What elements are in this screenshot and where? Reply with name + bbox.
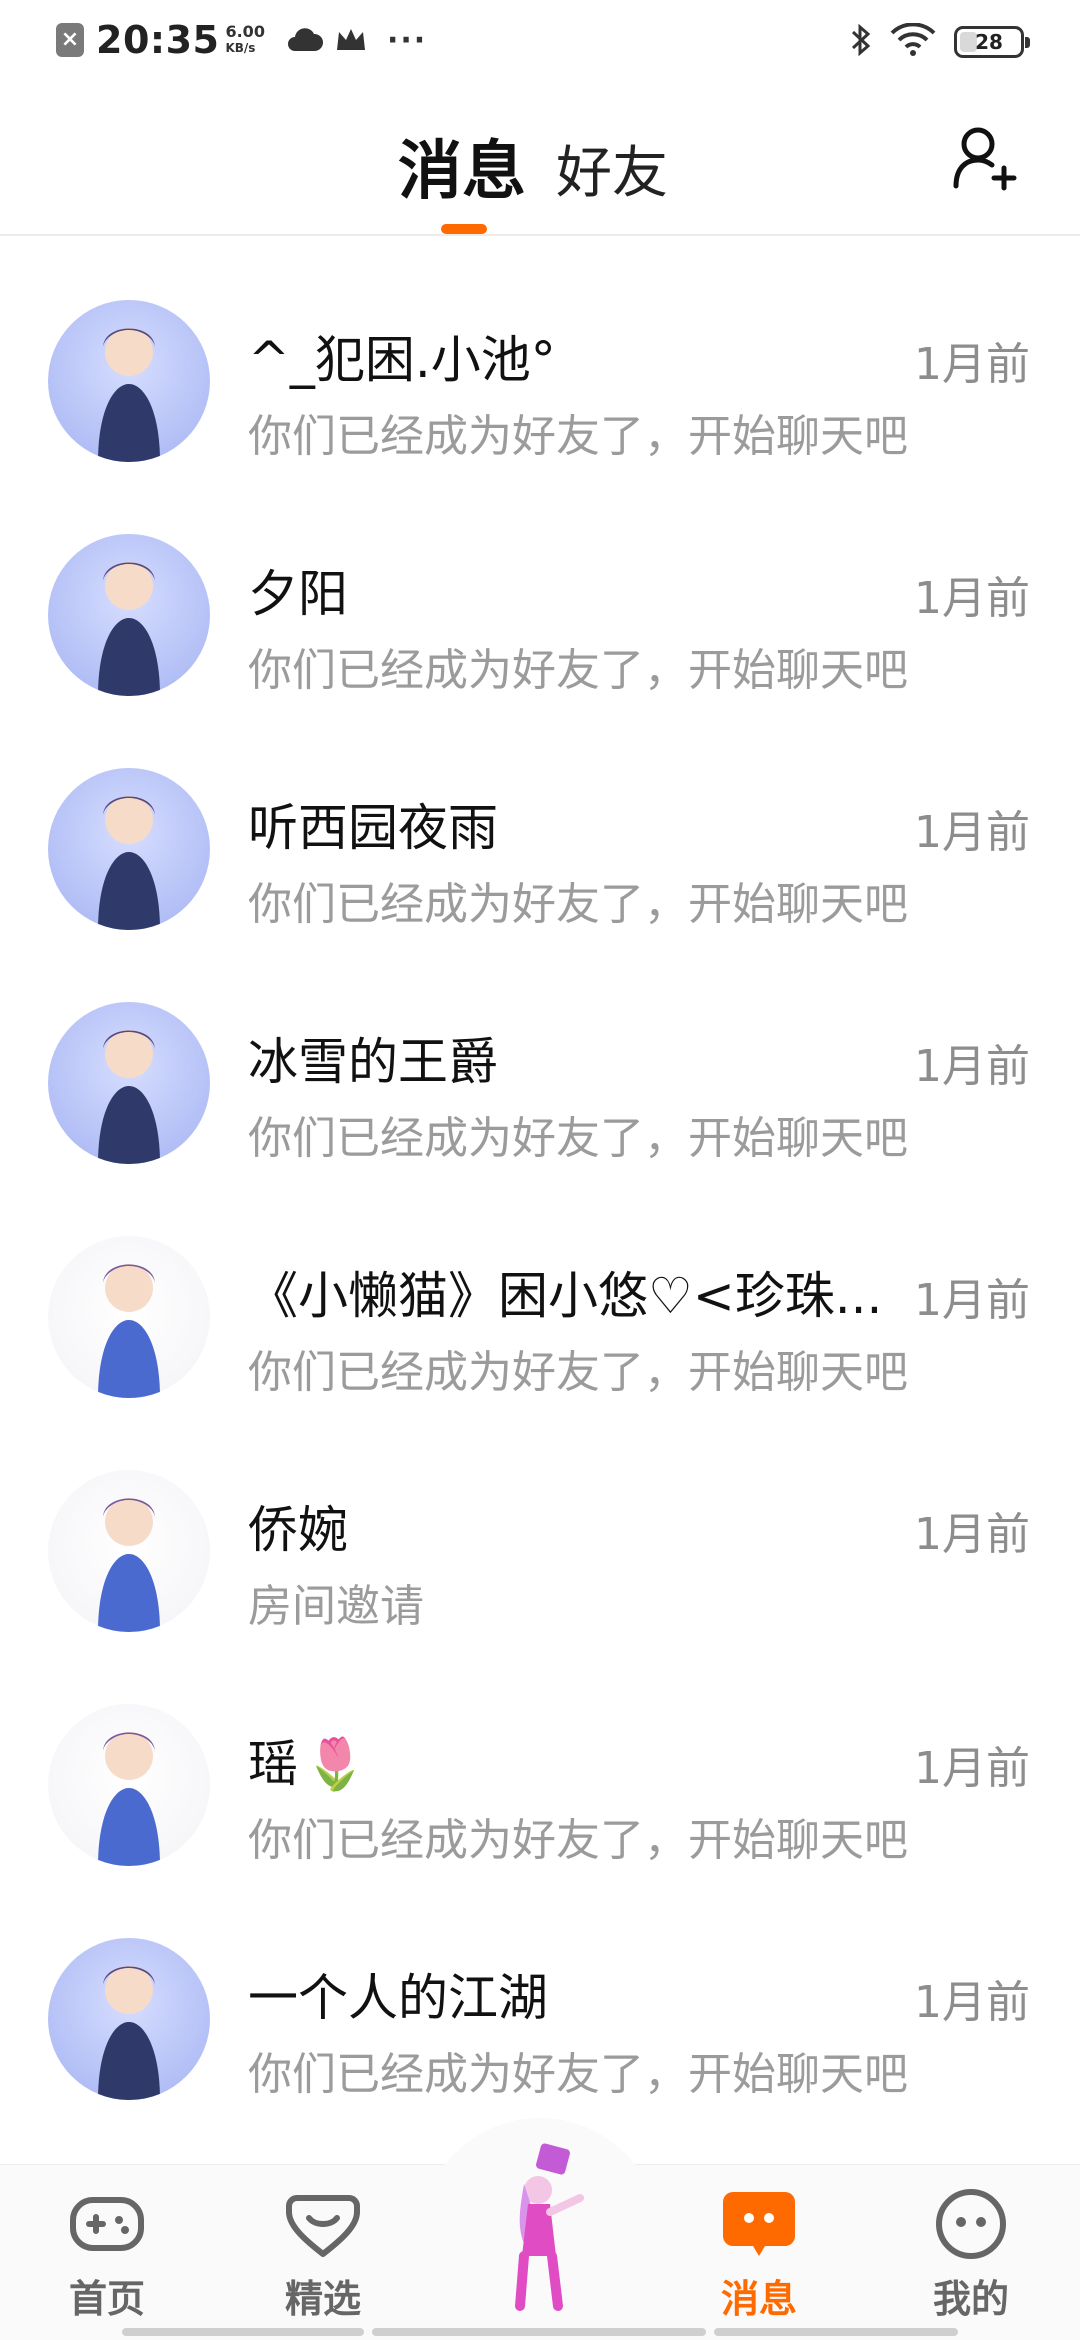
tulip-emoji-icon: 🌷 [304, 1735, 367, 1793]
face-icon [936, 2189, 1006, 2259]
active-tab-indicator [441, 224, 487, 234]
chat-timestamp: 1月前 [914, 573, 1030, 624]
chat-timestamp: 1月前 [914, 1041, 1030, 1092]
avatar-girl-icon [98, 328, 160, 462]
header-divider [0, 234, 1080, 236]
nav-center-character-button[interactable] [480, 2138, 600, 2318]
nav-item-messages[interactable]: 消息 [694, 2184, 824, 2324]
gesture-bar-left [122, 2328, 364, 2336]
chat-name: 听西园夜雨 [248, 788, 898, 860]
chat-last-message: 你们已经成为好友了，开始聊天吧 [248, 1815, 908, 1866]
gesture-bar-center [372, 2328, 706, 2336]
character-avatar-icon [515, 2143, 584, 2311]
wifi-icon [890, 22, 936, 61]
gamepad-icon [70, 2197, 144, 2251]
chat-timestamp: 1月前 [914, 1977, 1030, 2028]
gesture-bar-right [714, 2328, 958, 2336]
chat-last-message: 你们已经成为好友了，开始聊天吧 [248, 879, 908, 930]
avatar[interactable] [48, 1236, 210, 1398]
chat-list-item[interactable]: 夕阳你们已经成为好友了，开始聊天吧 1月前 [0, 500, 1080, 734]
nav-item-home[interactable]: 首页 [42, 2184, 172, 2324]
nav-label-profile: 我的 [932, 2277, 1009, 2321]
nav-label-featured: 精选 [284, 2277, 361, 2321]
avatar-brown-hair-girl-icon [98, 1966, 160, 2100]
avatar[interactable] [48, 534, 210, 696]
chat-last-message: 你们已经成为好友了，开始聊天吧 [248, 1347, 908, 1398]
chat-last-message: 你们已经成为好友了，开始聊天吧 [248, 645, 908, 696]
chat-name: 一个人的江湖 [248, 1958, 898, 2030]
tab-messages[interactable]: 消息 [398, 120, 526, 212]
chat-last-message: 你们已经成为好友了，开始聊天吧 [248, 2049, 908, 2100]
chat-timestamp: 1月前 [914, 339, 1030, 390]
chat-name-text: 冰雪的王爵 [248, 1033, 498, 1091]
network-speed: 6.00 KB/s [225, 22, 265, 56]
chat-last-message: 房间邀请 [248, 1581, 424, 1632]
chat-name: 瑶 🌷 [248, 1724, 898, 1796]
avatar[interactable] [48, 1470, 210, 1632]
chat-list: ^_犯困.小池° 你们已经成为好友了，开始聊天吧 1月前 夕阳 你们已经成为好友了，开始… [0, 266, 1080, 2138]
chat-name-text: 《小懒猫》困小悠♡<珍珠... [248, 1267, 883, 1325]
add-user-icon [953, 127, 1017, 191]
avatar[interactable] [48, 300, 210, 462]
battery-icon: 28 [954, 26, 1030, 58]
chat-name: 夕阳 [248, 554, 898, 626]
weather-cloud-icon [287, 25, 323, 55]
chat-name-text: ^_犯困.小池° [248, 331, 556, 389]
chat-list-item[interactable]: 一个人的江湖你们已经成为好友了，开始聊天吧 1月前 [0, 1904, 1080, 2138]
chat-list-item[interactable]: 侨婉房间邀请 1月前 [0, 1436, 1080, 1670]
chat-name-text: 侨婉 [248, 1501, 348, 1559]
chat-list-item[interactable]: 瑶 🌷 你们已经成为好友了，开始聊天吧 1月前 [0, 1670, 1080, 1904]
chat-name-text: 夕阳 [248, 565, 348, 623]
avatar-boy-icon [98, 562, 160, 696]
chat-name-text: 瑶 [248, 1735, 298, 1793]
status-time: 20:35 [96, 18, 220, 62]
chat-last-message: 你们已经成为好友了，开始聊天吧 [248, 1113, 908, 1164]
header: 消息 好友 [0, 100, 1080, 234]
chat-list-item[interactable]: 冰雪的王爵你们已经成为好友了，开始聊天吧 1月前 [0, 968, 1080, 1202]
avatar-blonde-girl-icon [98, 1030, 160, 1164]
chat-name: 侨婉 [248, 1490, 898, 1562]
crown-icon [335, 26, 367, 54]
avatar[interactable] [48, 1938, 210, 2100]
nav-item-featured[interactable]: 精选 [258, 2184, 388, 2324]
chat-timestamp: 1月前 [914, 807, 1030, 858]
bluetooth-icon [850, 22, 872, 62]
chat-list-item[interactable]: 听西园夜雨你们已经成为好友了，开始聊天吧 1月前 [0, 734, 1080, 968]
battery-level: 28 [975, 30, 1003, 54]
chat-list-item[interactable]: ^_犯困.小池° 你们已经成为好友了，开始聊天吧 1月前 [0, 266, 1080, 500]
chat-last-message: 你们已经成为好友了，开始聊天吧 [248, 411, 908, 462]
chat-name-text: 听西园夜雨 [248, 799, 498, 857]
chat-name: 《小懒猫》困小悠♡<珍珠... [248, 1256, 898, 1328]
chat-timestamp: 1月前 [914, 1743, 1030, 1794]
avatar-figure-icon [98, 1498, 160, 1632]
chat-name: 冰雪的王爵 [248, 1022, 898, 1094]
status-bar: × 20:35 6.00 KB/s ··· 28 [0, 0, 1080, 84]
chat-list-item[interactable]: 《小懒猫》困小悠♡<珍珠... 你们已经成为好友了，开始聊天吧 1月前 [0, 1202, 1080, 1436]
avatar[interactable] [48, 1002, 210, 1164]
tab-friends[interactable]: 好友 [556, 128, 668, 209]
chat-name: ^_犯困.小池° [248, 320, 898, 392]
chat-timestamp: 1月前 [914, 1509, 1030, 1560]
avatar-figure-icon [98, 1264, 160, 1398]
heart-chat-icon [286, 2195, 360, 2257]
close-notification-icon: × [56, 23, 84, 57]
avatar[interactable] [48, 1704, 210, 1866]
avatar-horned-girl-icon [98, 796, 160, 930]
avatar[interactable] [48, 768, 210, 930]
avatar-figure-icon [98, 1732, 160, 1866]
add-friend-button[interactable] [950, 122, 1022, 194]
nav-label-home: 首页 [68, 2277, 145, 2321]
nav-item-profile[interactable]: 我的 [906, 2184, 1036, 2324]
nav-label-messages: 消息 [720, 2277, 797, 2321]
message-bubble-icon [723, 2192, 795, 2256]
more-dots-icon: ··· [386, 22, 428, 58]
chat-timestamp: 1月前 [914, 1275, 1030, 1326]
chat-name-text: 一个人的江湖 [248, 1969, 548, 2027]
